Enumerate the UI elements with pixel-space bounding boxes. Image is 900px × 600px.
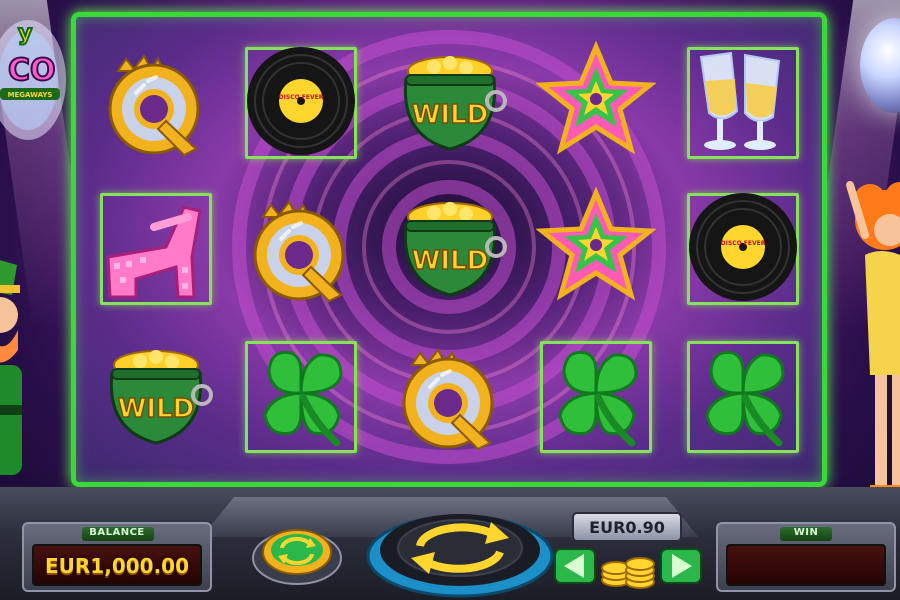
wild-label: WILD [118, 394, 195, 424]
queen-icon [402, 348, 494, 451]
reel-symbol-star [536, 187, 656, 307]
wild-label: WILD [412, 100, 489, 130]
bet-decrease-button[interactable] [554, 548, 596, 584]
wild-label: WILD [412, 246, 489, 276]
reel-symbol-pot-of-gold-wild: WILD [96, 335, 216, 455]
star-icon [536, 41, 656, 155]
record-label: DISCO FEVER [279, 94, 324, 101]
autoplay-button[interactable] [252, 516, 342, 586]
champagne-icon [699, 51, 781, 150]
pot-of-gold-wild-icon: WILD [403, 202, 507, 297]
win-panel: WIN [716, 522, 896, 592]
pink-platform-shoe-icon [106, 205, 202, 299]
reel-symbol-clover [241, 335, 361, 455]
coin-stack-icon [601, 557, 655, 589]
reel-symbol-pink-platform-shoe [96, 187, 216, 307]
win-readout [726, 544, 886, 586]
reel-symbol-pot-of-gold-wild: WILD [390, 187, 510, 307]
balance-value: EUR1,000.00 [45, 554, 189, 578]
reel-symbol-queen [96, 41, 216, 161]
bet-value: EUR0.90 [589, 518, 665, 537]
reel-symbol-clover [683, 335, 803, 455]
game-logo: y CO MEGAWAYS [0, 20, 66, 140]
pot-of-gold-wild-icon: WILD [403, 56, 507, 151]
reel-window: DISCO FEVER WILD WILD DISCO FEVER WILD [71, 12, 827, 487]
spin-button[interactable] [365, 498, 555, 598]
record-label: DISCO FEVER [721, 240, 766, 247]
reel-symbol-vinyl-record: DISCO FEVER [683, 187, 803, 307]
leprechaun-character [0, 260, 22, 475]
clover-icon [263, 350, 343, 447]
balance-label: BALANCE [89, 527, 145, 538]
reel-symbol-vinyl-record: DISCO FEVER [241, 41, 361, 161]
reel-symbol-champagne [683, 41, 803, 161]
vinyl-record-icon: DISCO FEVER [247, 47, 355, 155]
queen-icon [253, 200, 345, 303]
pot-of-gold-wild-icon: WILD [109, 350, 213, 445]
logo-text-mid: CO [8, 53, 56, 88]
logo-text-sub: MEGAWAYS [8, 91, 53, 99]
queen-icon [108, 54, 200, 157]
vinyl-record-icon: DISCO FEVER [689, 193, 797, 301]
balance-panel: BALANCE EUR1,000.00 [22, 522, 212, 592]
reel-symbol-queen [390, 335, 510, 455]
reel-symbol-clover [536, 335, 656, 455]
clover-icon [705, 350, 785, 447]
reel-symbol-pot-of-gold-wild: WILD [390, 41, 510, 161]
reel-symbol-queen [241, 187, 361, 307]
star-icon [536, 187, 656, 301]
reel-symbol-star [536, 41, 656, 161]
bet-display: EUR0.90 [572, 512, 682, 542]
balance-readout: EUR1,000.00 [32, 544, 202, 586]
bet-increase-button[interactable] [660, 548, 702, 584]
dancer-character [846, 181, 900, 500]
logo-text-top: y [18, 21, 32, 46]
clover-icon [558, 350, 638, 447]
win-label: WIN [793, 527, 819, 538]
